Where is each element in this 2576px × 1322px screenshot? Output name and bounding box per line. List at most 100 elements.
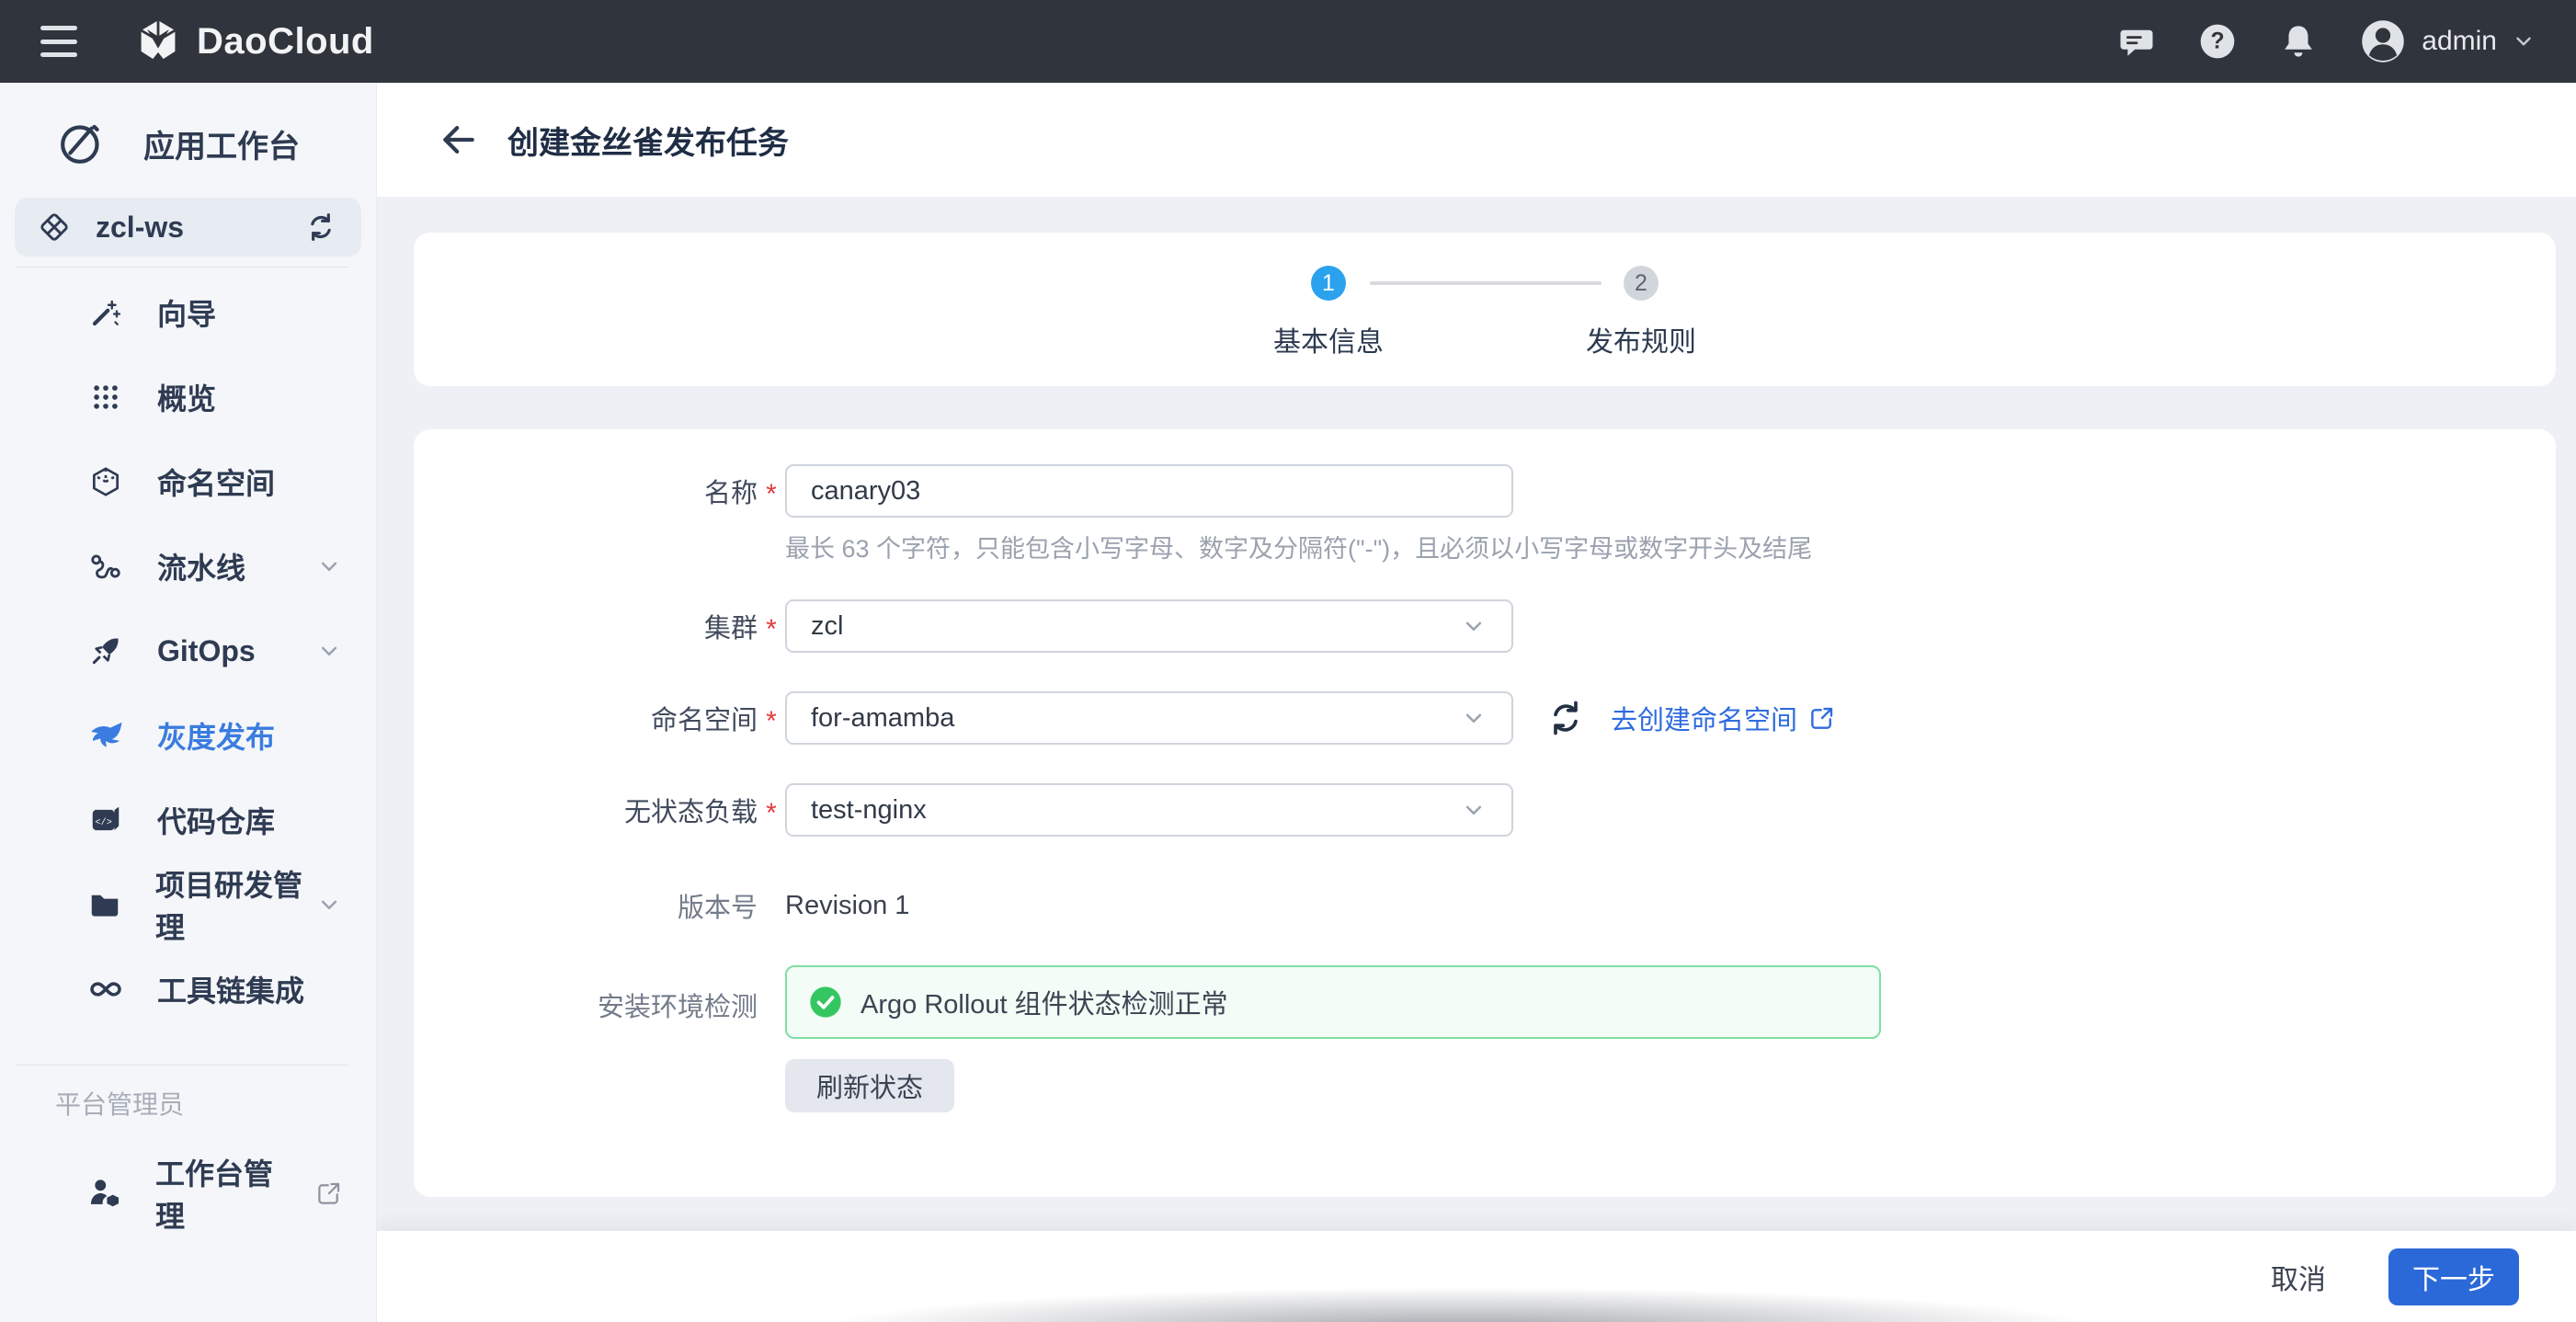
workspace-name: zcl-ws	[96, 211, 184, 245]
sidebar-item-label: 命名空间	[157, 461, 275, 503]
sidebar-item-label: GitOps	[157, 634, 256, 668]
sidebar-item-gitops[interactable]: GitOps	[0, 609, 376, 693]
sidebar-item-label: 灰度发布	[157, 714, 275, 757]
step-connector	[1370, 281, 1601, 285]
required-asterisk: *	[758, 472, 785, 510]
sidebar-item-label: 项目研发管理	[155, 862, 315, 947]
name-help-text: 最长 63 个字符，只能包含小写字母、数字及分隔符("-")，且必须以小写字母或…	[785, 529, 1812, 564]
step-1-circle: 1	[1311, 266, 1346, 301]
brand-name: DaoCloud	[197, 21, 374, 63]
sidebar-item-wizard[interactable]: 向导	[0, 270, 376, 355]
env-check-row: 安装环境检测 * Argo Rollout 组件状态检测正常	[445, 965, 2519, 1039]
sidebar-item-label: 向导	[157, 291, 216, 334]
revision-value: Revision 1	[785, 891, 909, 921]
sidebar-item-toolchain[interactable]: 工具链集成	[0, 947, 376, 1031]
footer-bar: 取消 下一步	[377, 1231, 2576, 1322]
workload-row: 无状态负载 * test-nginx	[445, 783, 2519, 837]
sidebar-item-label: 工具链集成	[157, 968, 304, 1010]
step-1-label: 基本信息	[1237, 319, 1420, 359]
name-row: 名称 *	[445, 464, 2519, 518]
workspace-icon	[37, 210, 72, 245]
help-icon[interactable]: ?	[2197, 21, 2238, 62]
page-header: 创建金丝雀发布任务	[377, 83, 2576, 197]
chevron-down-icon	[1460, 704, 1487, 732]
infinity-icon	[87, 971, 124, 1008]
avatar	[2359, 17, 2407, 65]
cluster-value: zcl	[811, 611, 1460, 642]
create-namespace-link[interactable]: 去创建命名空间	[1611, 699, 1836, 737]
user-name: admin	[2422, 26, 2497, 57]
workspace-title: 应用工作台	[143, 121, 300, 166]
sidebar-item-pipeline[interactable]: 流水线	[0, 524, 376, 609]
daocloud-logo-icon	[134, 17, 182, 65]
external-link-icon	[315, 1180, 343, 1207]
sidebar-item-canary-release[interactable]: 灰度发布	[0, 693, 376, 778]
sidebar-menu: 向导 概览 命名空间	[0, 270, 376, 1031]
env-check-label: 安装环境检测	[445, 965, 758, 1024]
sidebar-item-label: 代码仓库	[157, 799, 275, 841]
check-circle-icon	[807, 984, 844, 1020]
pipeline-icon	[87, 549, 124, 584]
page-title: 创建金丝雀发布任务	[507, 118, 789, 163]
back-arrow-icon[interactable]	[436, 117, 482, 163]
step-2-label: 发布规则	[1549, 319, 1733, 359]
sidebar-item-overview[interactable]: 概览	[0, 355, 376, 439]
workspace-header: 应用工作台	[55, 118, 300, 169]
notification-bell-icon[interactable]	[2278, 21, 2319, 62]
namespace-value: for-amamba	[811, 703, 1460, 734]
namespace-label: 命名空间	[445, 699, 758, 737]
bird-icon	[87, 717, 124, 754]
namespace-select[interactable]: for-amamba	[785, 691, 1513, 745]
divider	[17, 1065, 348, 1066]
step-indicator: 1 2 基本信息 发布规则	[1163, 258, 1807, 378]
code-repo-icon: </>	[87, 803, 124, 838]
switch-workspace-icon[interactable]	[302, 209, 339, 245]
topbar: DaoCloud ?	[0, 0, 2576, 83]
main-content: 创建金丝雀发布任务 1 2 基本信息 发布规则 名称 * 最长 63 个字符，只…	[377, 83, 2576, 1322]
env-check-status-box: Argo Rollout 组件状态检测正常	[785, 965, 1881, 1039]
sidebar-item-workbench-admin[interactable]: 工作台管理	[0, 1151, 376, 1236]
cluster-row: 集群 * zcl	[445, 599, 2519, 653]
chevron-down-icon	[315, 553, 343, 580]
svg-text:</>: </>	[95, 817, 112, 828]
external-link-icon	[1808, 704, 1836, 732]
required-asterisk: *	[758, 699, 785, 737]
chevron-down-icon	[1460, 796, 1487, 824]
refresh-namespaces-icon[interactable]	[1544, 697, 1587, 739]
user-menu[interactable]: admin	[2359, 17, 2536, 65]
brand[interactable]: DaoCloud	[134, 17, 374, 65]
steps-card: 1 2 基本信息 发布规则	[414, 233, 2556, 386]
required-asterisk: *	[758, 791, 785, 829]
person-cube-icon	[87, 1176, 122, 1211]
create-namespace-link-label: 去创建命名空间	[1611, 699, 1797, 737]
sidebar: 应用工作台 zcl-ws	[0, 83, 377, 1322]
menu-toggle-icon[interactable]	[40, 26, 81, 57]
bottom-shadow	[818, 1287, 2105, 1322]
workload-select[interactable]: test-nginx	[785, 783, 1513, 837]
sidebar-item-project-mgmt[interactable]: 项目研发管理	[0, 862, 376, 947]
compose-icon	[55, 118, 107, 169]
grid-dots-icon	[87, 382, 124, 413]
sidebar-item-namespace[interactable]: 命名空间	[0, 439, 376, 524]
cluster-select[interactable]: zcl	[785, 599, 1513, 653]
refresh-status-button[interactable]: 刷新状态	[785, 1059, 954, 1112]
sidebar-item-code-repo[interactable]: </> 代码仓库	[0, 778, 376, 862]
chevron-down-icon	[315, 637, 343, 665]
sidebar-section-label: 平台管理员	[55, 1085, 184, 1122]
revision-label: 版本号	[445, 886, 758, 925]
workspace-selector[interactable]: zcl-ws	[15, 198, 361, 256]
workload-label: 无状态负载	[445, 791, 758, 829]
name-label: 名称	[445, 472, 758, 510]
app-window: DaoCloud ?	[0, 0, 2576, 1322]
topbar-actions: ? admin	[2116, 17, 2536, 65]
message-icon[interactable]	[2116, 21, 2157, 62]
env-check-message: Argo Rollout 组件状态检测正常	[861, 983, 1228, 1021]
next-step-button[interactable]: 下一步	[2388, 1248, 2519, 1305]
rocket-icon	[87, 633, 124, 668]
sidebar-item-label: 概览	[157, 376, 216, 418]
name-input[interactable]	[785, 464, 1513, 518]
revision-row: 版本号 * Revision 1	[445, 885, 2519, 926]
cancel-button[interactable]: 取消	[2258, 1248, 2339, 1306]
cube-icon	[87, 464, 124, 499]
sidebar-item-label: 流水线	[157, 545, 245, 587]
